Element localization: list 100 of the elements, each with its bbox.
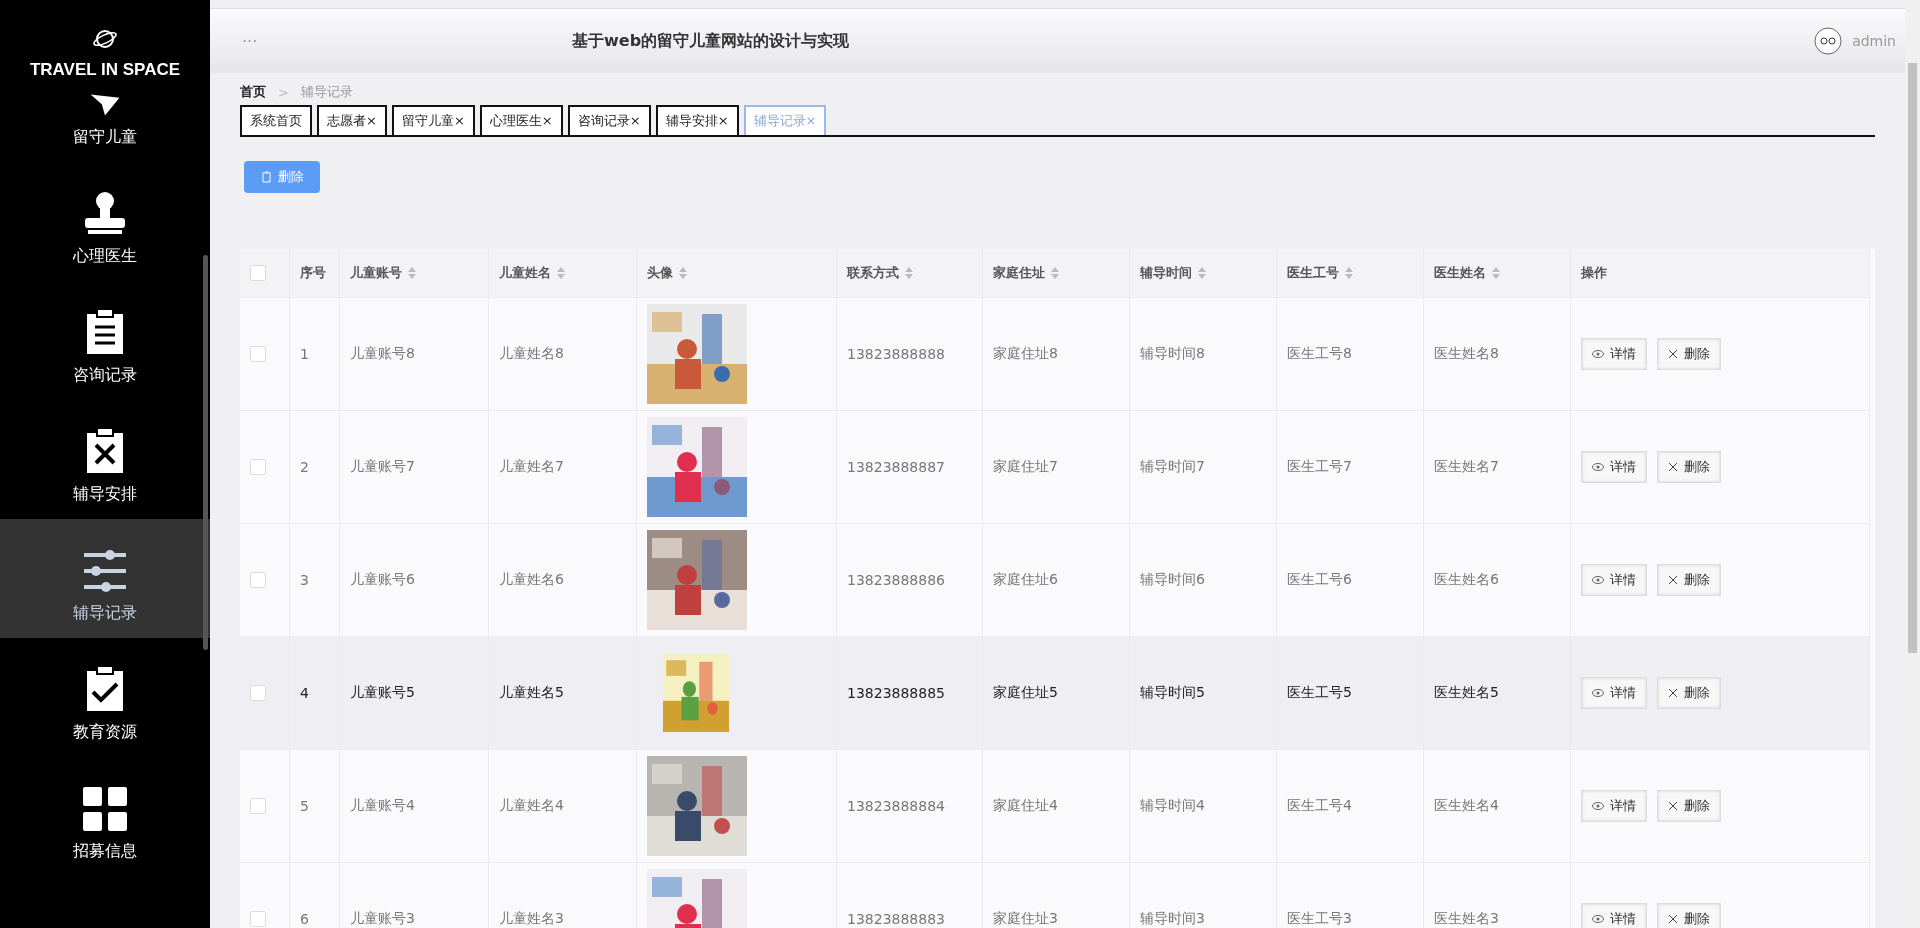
sort-icon[interactable] [557,267,565,279]
close-icon [1668,462,1678,472]
table-cell: 儿童账号8 [340,297,489,410]
sort-icon[interactable] [1492,267,1500,279]
table-cell: 辅导时间6 [1130,523,1277,636]
table-cell: 辅导时间4 [1130,749,1277,862]
trash-icon [260,171,272,183]
column-header[interactable]: 家庭住址 [983,249,1130,297]
column-header[interactable]: 医生工号 [1277,249,1424,297]
table-cell: 儿童姓名5 [489,636,637,749]
close-icon [1668,349,1678,359]
column-header[interactable]: 辅导时间 [1130,249,1277,297]
table-cell: 儿童账号5 [340,636,489,749]
clipboard-icon [85,309,125,355]
tab[interactable]: 辅导安排× [655,105,739,135]
details-button[interactable]: 详情 [1581,564,1647,596]
table-cell: 医生工号4 [1277,749,1424,862]
table-cell: 13823888888 [837,297,983,410]
row-checkbox[interactable] [250,911,266,927]
row-checkbox[interactable] [250,685,266,701]
table-cell: 3 [290,523,340,636]
sliders-icon [82,549,128,593]
table-cell: 13823888883 [837,862,983,928]
sort-icon[interactable] [1345,267,1353,279]
breadcrumb-separator: > [278,84,289,100]
table-cell: 医生姓名6 [1424,523,1571,636]
table-cell: 2 [290,410,340,523]
details-button[interactable]: 详情 [1581,903,1647,928]
table-cell: 13823888886 [837,523,983,636]
close-icon [1668,688,1678,698]
table-cell: 医生姓名7 [1424,410,1571,523]
column-header[interactable]: 儿童账号 [340,249,489,297]
tab[interactable]: 咨询记录× [567,105,651,135]
table-cell: 医生工号5 [1277,636,1424,749]
table-cell: 辅导时间5 [1130,636,1277,749]
table-cell: 家庭住址3 [983,862,1130,928]
table-cell: 儿童账号6 [340,523,489,636]
details-button[interactable]: 详情 [1581,451,1647,483]
table-cell: 6 [290,862,340,928]
table-cell: 医生工号6 [1277,523,1424,636]
table-cell: 儿童姓名3 [489,862,637,928]
table-cell: 儿童账号7 [340,410,489,523]
close-icon [1668,801,1678,811]
clipboard-cross-icon [85,428,125,474]
table-cell: 医生姓名4 [1424,749,1571,862]
stamp-icon [82,190,128,236]
delete-row-button[interactable]: 删除 [1657,338,1721,370]
details-button[interactable]: 详情 [1581,677,1647,709]
row-checkbox[interactable] [250,346,266,362]
eye-icon [1592,350,1604,358]
sort-icon[interactable] [679,267,687,279]
clipboard-check-icon [85,666,125,712]
tab[interactable]: 留守儿童× [391,105,475,135]
eye-icon [1592,463,1604,471]
delete-row-button[interactable]: 删除 [1657,677,1721,709]
table-cell: 医生工号8 [1277,297,1424,410]
sort-icon[interactable] [1051,267,1059,279]
eye-icon [1592,915,1604,923]
table-cell: 家庭住址7 [983,410,1130,523]
table-cell: 1 [290,297,340,410]
tab[interactable]: 志愿者× [317,105,387,135]
row-checkbox[interactable] [250,798,266,814]
table-cell: 儿童姓名4 [489,749,637,862]
table-cell: 儿童姓名6 [489,523,637,636]
table-cell: 家庭住址6 [983,523,1130,636]
delete-row-button[interactable]: 删除 [1657,564,1721,596]
table-cell: 儿童账号4 [340,749,489,862]
details-button[interactable]: 详情 [1581,790,1647,822]
column-header[interactable]: 儿童姓名 [489,249,637,297]
breadcrumb-item[interactable]: 首页 [240,83,266,101]
table-cell: 医生工号7 [1277,410,1424,523]
table-cell: 儿童账号3 [340,862,489,928]
details-button[interactable]: 详情 [1581,338,1647,370]
logo-text: TRAVEL IN SPACE [29,60,181,80]
table-cell: 辅导时间8 [1130,297,1277,410]
avatar-icon [1814,27,1843,55]
delete-row-button[interactable]: 删除 [1657,903,1721,928]
row-checkbox[interactable] [250,572,266,588]
delete-row-button[interactable]: 删除 [1657,451,1721,483]
sort-icon[interactable] [1198,267,1206,279]
close-icon [1668,575,1678,585]
table-cell: 医生工号3 [1277,862,1424,928]
sort-icon[interactable] [408,267,416,279]
tab[interactable]: 心理医生× [479,105,563,135]
column-header: 序号 [290,249,340,297]
table-cell: 13823888884 [837,749,983,862]
column-header[interactable]: 联系方式 [837,249,983,297]
column-header[interactable]: 头像 [637,249,837,297]
tab[interactable]: 系统首页 [240,105,312,135]
table-cell: 医生姓名8 [1424,297,1571,410]
column-header: 操作 [1571,249,1870,297]
sidebar-item[interactable]: 辅导记录 [0,519,210,638]
table-cell: 医生姓名5 [1424,636,1571,749]
row-checkbox[interactable] [250,459,266,475]
delete-row-button[interactable]: 删除 [1657,790,1721,822]
checkbox[interactable] [250,265,266,281]
sort-icon[interactable] [905,267,913,279]
table-cell: 辅导时间7 [1130,410,1277,523]
column-header[interactable]: 医生姓名 [1424,249,1571,297]
table-cell: 13823888887 [837,410,983,523]
